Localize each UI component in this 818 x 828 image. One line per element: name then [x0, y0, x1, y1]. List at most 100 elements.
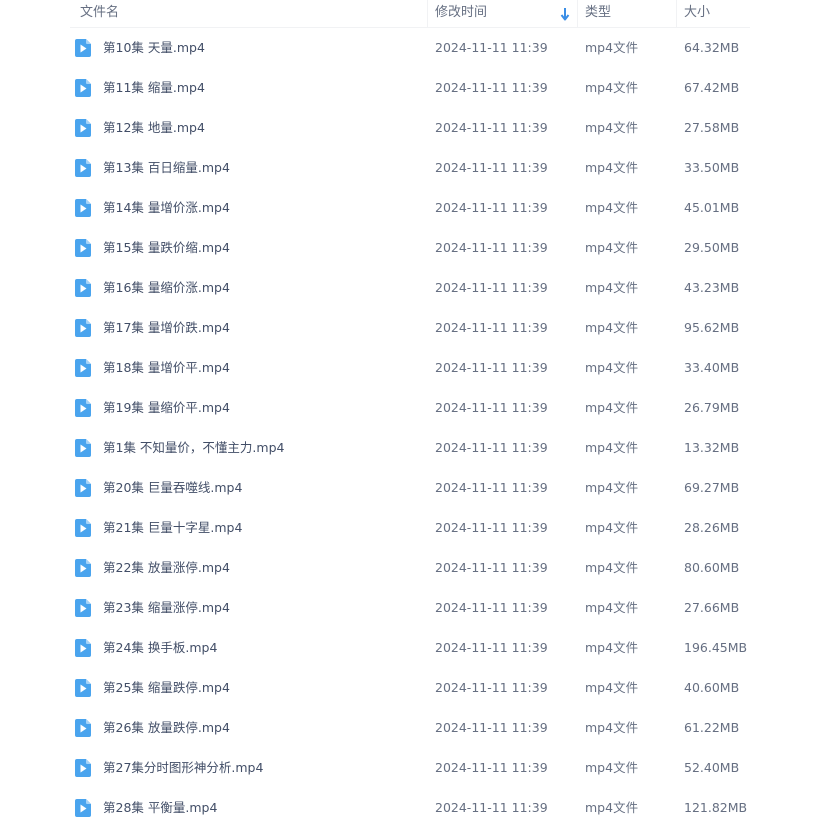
- file-name[interactable]: 第20集 巨量吞噬线.mp4: [103, 468, 242, 508]
- file-type: mp4文件: [585, 80, 639, 95]
- file-name[interactable]: 第10集 天量.mp4: [103, 28, 205, 68]
- file-name[interactable]: 第27集分时图形神分析.mp4: [103, 748, 263, 788]
- file-row[interactable]: 第12集 地量.mp4 2024-11-11 11:39 mp4文件 27.58…: [70, 108, 750, 148]
- file-type: mp4文件: [585, 600, 639, 615]
- file-size: 29.50MB: [684, 240, 740, 255]
- file-name[interactable]: 第13集 百日缩量.mp4: [103, 148, 230, 188]
- file-row[interactable]: 第10集 天量.mp4 2024-11-11 11:39 mp4文件 64.32…: [70, 28, 750, 68]
- file-size: 69.27MB: [684, 480, 740, 495]
- file-size: 26.79MB: [684, 400, 740, 415]
- file-name[interactable]: 第28集 平衡量.mp4: [103, 788, 217, 828]
- file-row[interactable]: 第16集 量缩价涨.mp4 2024-11-11 11:39 mp4文件 43.…: [70, 268, 750, 308]
- file-modified-time: 2024-11-11 11:39: [435, 320, 548, 335]
- file-modified-time: 2024-11-11 11:39: [435, 400, 548, 415]
- file-row[interactable]: 第13集 百日缩量.mp4 2024-11-11 11:39 mp4文件 33.…: [70, 148, 750, 188]
- file-row[interactable]: 第14集 量增价涨.mp4 2024-11-11 11:39 mp4文件 45.…: [70, 188, 750, 228]
- file-size: 45.01MB: [684, 200, 740, 215]
- file-size: 28.26MB: [684, 520, 740, 535]
- file-name[interactable]: 第22集 放量涨停.mp4: [103, 548, 230, 588]
- sort-descending-icon[interactable]: [560, 7, 570, 21]
- file-row[interactable]: 第11集 缩量.mp4 2024-11-11 11:39 mp4文件 67.42…: [70, 68, 750, 108]
- video-file-icon: [75, 279, 91, 297]
- file-name[interactable]: 第15集 量跌价缩.mp4: [103, 228, 230, 268]
- file-name[interactable]: 第23集 缩量涨停.mp4: [103, 588, 230, 628]
- file-size: 13.32MB: [684, 440, 740, 455]
- file-modified-time: 2024-11-11 11:39: [435, 680, 548, 695]
- file-modified-time: 2024-11-11 11:39: [435, 520, 548, 535]
- file-row[interactable]: 第18集 量增价平.mp4 2024-11-11 11:39 mp4文件 33.…: [70, 348, 750, 388]
- file-size: 196.45MB: [684, 640, 748, 655]
- file-type: mp4文件: [585, 400, 639, 415]
- file-row[interactable]: 第19集 量缩价平.mp4 2024-11-11 11:39 mp4文件 26.…: [70, 388, 750, 428]
- file-modified-time: 2024-11-11 11:39: [435, 360, 548, 375]
- column-divider[interactable]: [676, 0, 677, 27]
- video-file-icon: [75, 119, 91, 137]
- file-modified-time: 2024-11-11 11:39: [435, 40, 548, 55]
- file-row[interactable]: 第28集 平衡量.mp4 2024-11-11 11:39 mp4文件 121.…: [70, 788, 750, 828]
- video-file-icon: [75, 39, 91, 57]
- file-row[interactable]: 第17集 量增价跌.mp4 2024-11-11 11:39 mp4文件 95.…: [70, 308, 750, 348]
- column-header-type[interactable]: 类型: [585, 0, 611, 27]
- file-modified-time: 2024-11-11 11:39: [435, 160, 548, 175]
- file-name[interactable]: 第11集 缩量.mp4: [103, 68, 205, 108]
- file-row[interactable]: 第24集 换手板.mp4 2024-11-11 11:39 mp4文件 196.…: [70, 628, 750, 668]
- file-row[interactable]: 第26集 放量跌停.mp4 2024-11-11 11:39 mp4文件 61.…: [70, 708, 750, 748]
- file-name[interactable]: 第21集 巨量十字星.mp4: [103, 508, 242, 548]
- file-type: mp4文件: [585, 640, 639, 655]
- file-row[interactable]: 第23集 缩量涨停.mp4 2024-11-11 11:39 mp4文件 27.…: [70, 588, 750, 628]
- file-name[interactable]: 第26集 放量跌停.mp4: [103, 708, 230, 748]
- file-type: mp4文件: [585, 800, 639, 815]
- file-size: 64.32MB: [684, 40, 740, 55]
- video-file-icon: [75, 199, 91, 217]
- file-modified-time: 2024-11-11 11:39: [435, 720, 548, 735]
- file-name[interactable]: 第16集 量缩价涨.mp4: [103, 268, 230, 308]
- file-name[interactable]: 第18集 量增价平.mp4: [103, 348, 230, 388]
- column-header-modified[interactable]: 修改时间: [435, 0, 487, 27]
- file-row[interactable]: 第1集 不知量价，不懂主力.mp4 2024-11-11 11:39 mp4文件…: [70, 428, 750, 468]
- column-header-name[interactable]: 文件名: [80, 0, 119, 27]
- file-type: mp4文件: [585, 720, 639, 735]
- file-name[interactable]: 第1集 不知量价，不懂主力.mp4: [103, 428, 284, 468]
- file-modified-time: 2024-11-11 11:39: [435, 600, 548, 615]
- video-file-icon: [75, 239, 91, 257]
- file-size: 40.60MB: [684, 680, 740, 695]
- column-header-size[interactable]: 大小: [684, 0, 710, 27]
- file-modified-time: 2024-11-11 11:39: [435, 760, 548, 775]
- file-name[interactable]: 第14集 量增价涨.mp4: [103, 188, 230, 228]
- file-row[interactable]: 第22集 放量涨停.mp4 2024-11-11 11:39 mp4文件 80.…: [70, 548, 750, 588]
- video-file-icon: [75, 639, 91, 657]
- file-size: 121.82MB: [684, 800, 748, 815]
- column-divider[interactable]: [577, 0, 578, 27]
- file-type: mp4文件: [585, 480, 639, 495]
- file-row[interactable]: 第20集 巨量吞噬线.mp4 2024-11-11 11:39 mp4文件 69…: [70, 468, 750, 508]
- column-header: 文件名 修改时间 类型 大小: [70, 0, 750, 28]
- file-row[interactable]: 第21集 巨量十字星.mp4 2024-11-11 11:39 mp4文件 28…: [70, 508, 750, 548]
- file-modified-time: 2024-11-11 11:39: [435, 80, 548, 95]
- file-name[interactable]: 第25集 缩量跌停.mp4: [103, 668, 230, 708]
- file-row[interactable]: 第15集 量跌价缩.mp4 2024-11-11 11:39 mp4文件 29.…: [70, 228, 750, 268]
- file-name[interactable]: 第19集 量缩价平.mp4: [103, 388, 230, 428]
- video-file-icon: [75, 719, 91, 737]
- file-name[interactable]: 第12集 地量.mp4: [103, 108, 205, 148]
- file-row[interactable]: 第25集 缩量跌停.mp4 2024-11-11 11:39 mp4文件 40.…: [70, 668, 750, 708]
- video-file-icon: [75, 359, 91, 377]
- file-name[interactable]: 第17集 量增价跌.mp4: [103, 308, 230, 348]
- file-name[interactable]: 第24集 换手板.mp4: [103, 628, 217, 668]
- file-type: mp4文件: [585, 360, 639, 375]
- file-size: 33.40MB: [684, 360, 740, 375]
- file-type: mp4文件: [585, 240, 639, 255]
- video-file-icon: [75, 479, 91, 497]
- file-type: mp4文件: [585, 520, 639, 535]
- video-file-icon: [75, 679, 91, 697]
- column-divider[interactable]: [427, 0, 428, 27]
- file-type: mp4文件: [585, 760, 639, 775]
- file-row[interactable]: 第27集分时图形神分析.mp4 2024-11-11 11:39 mp4文件 5…: [70, 748, 750, 788]
- file-modified-time: 2024-11-11 11:39: [435, 800, 548, 815]
- file-modified-time: 2024-11-11 11:39: [435, 480, 548, 495]
- video-file-icon: [75, 399, 91, 417]
- file-type: mp4文件: [585, 160, 639, 175]
- file-modified-time: 2024-11-11 11:39: [435, 640, 548, 655]
- file-list: 文件名 修改时间 类型 大小 第10集 天量.mp4 2024-11-11 11…: [70, 0, 750, 828]
- file-size: 67.42MB: [684, 80, 740, 95]
- video-file-icon: [75, 79, 91, 97]
